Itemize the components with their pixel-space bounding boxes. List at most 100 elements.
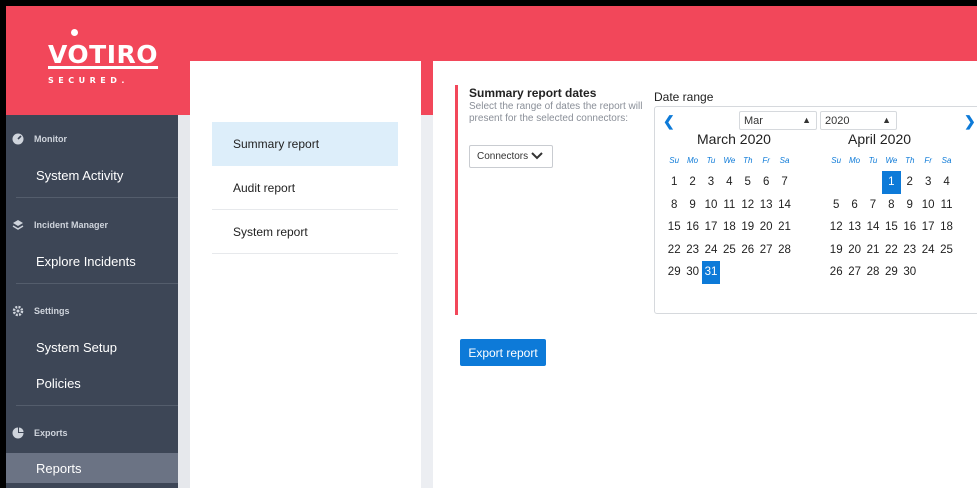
- weekday-header-march: Su Mo Tu We Th Fr Sa: [665, 156, 794, 165]
- year-select[interactable]: 2020 ▲︎: [820, 111, 897, 130]
- calendar-day[interactable]: 30: [901, 261, 919, 284]
- weekday-label: Su: [669, 156, 680, 165]
- calendar-day[interactable]: 13: [845, 216, 863, 239]
- date-range-calendar: ❮ ❯ Mar ▲︎ 2020 ▲︎ March 2020 April 2020…: [654, 106, 977, 314]
- summary-title: Summary report dates: [469, 86, 597, 100]
- calendar-day[interactable]: 27: [757, 239, 775, 262]
- calendar-day[interactable]: 10: [702, 194, 720, 217]
- calendar-day[interactable]: 30: [683, 261, 701, 284]
- report-item-summary[interactable]: Summary report: [212, 122, 398, 166]
- calendar-day[interactable]: 5: [739, 171, 757, 194]
- calendar-day[interactable]: 4: [720, 171, 738, 194]
- sidebar-divider: [16, 405, 178, 406]
- sidebar-item-explore-incidents[interactable]: Explore Incidents: [6, 246, 178, 276]
- calendar-day[interactable]: 26: [739, 239, 757, 262]
- calendar-day[interactable]: 15: [665, 216, 683, 239]
- calendar-day[interactable]: 5: [827, 194, 845, 217]
- calendar-day[interactable]: 19: [827, 239, 845, 262]
- gear-icon: [12, 305, 24, 317]
- chevron-left-icon[interactable]: ❮: [663, 113, 675, 130]
- report-item-system[interactable]: System report: [212, 210, 398, 254]
- calendar-day[interactable]: 25: [720, 239, 738, 262]
- calendar-day[interactable]: 14: [775, 194, 793, 217]
- calendar-day[interactable]: 27: [845, 261, 863, 284]
- report-item-audit[interactable]: Audit report: [212, 166, 398, 210]
- calendar-day[interactable]: 16: [683, 216, 701, 239]
- weekday-label: Sa: [941, 156, 952, 165]
- sidebar-section-label: Exports: [34, 428, 68, 438]
- empty-day-cell: [845, 171, 863, 194]
- calendar-day[interactable]: 3: [919, 171, 937, 194]
- calendar-day[interactable]: 20: [757, 216, 775, 239]
- calendar-day[interactable]: 25: [937, 239, 955, 262]
- logo-tagline: SECURED.: [48, 76, 129, 85]
- chevron-right-icon[interactable]: ❯: [964, 113, 976, 130]
- calendar-day[interactable]: 22: [882, 239, 900, 262]
- sidebar-item-system-setup[interactable]: System Setup: [6, 332, 178, 362]
- sidebar-item-policies[interactable]: Policies: [6, 368, 178, 398]
- sidebar-section-exports: Exports: [12, 423, 68, 443]
- calendar-day[interactable]: 20: [845, 239, 863, 262]
- calendar-day[interactable]: 21: [864, 239, 882, 262]
- calendar-day[interactable]: 22: [665, 239, 683, 262]
- calendar-day[interactable]: 23: [683, 239, 701, 262]
- calendar-day[interactable]: 11: [937, 194, 955, 217]
- calendar-day[interactable]: 8: [665, 194, 683, 217]
- calendar-day[interactable]: 3: [702, 171, 720, 194]
- weekday-label: Mo: [849, 156, 861, 165]
- sidebar-item-reports[interactable]: Reports: [6, 453, 178, 483]
- select-caret-icon: ▲︎: [802, 115, 811, 125]
- calendar-day[interactable]: 28: [864, 261, 882, 284]
- calendar-day[interactable]: 19: [739, 216, 757, 239]
- weekday-label: Th: [905, 156, 915, 165]
- calendar-day[interactable]: 6: [845, 194, 863, 217]
- month-title-april: April 2020: [848, 131, 912, 147]
- calendar-day[interactable]: 29: [882, 261, 900, 284]
- calendar-day[interactable]: 2: [683, 171, 701, 194]
- weekday-label: Th: [743, 156, 753, 165]
- calendar-day[interactable]: 24: [702, 239, 720, 262]
- sidebar-section-label: Incident Manager: [34, 220, 109, 230]
- calendar-day[interactable]: 18: [937, 216, 955, 239]
- calendar-day[interactable]: 7: [864, 194, 882, 217]
- sidebar-item-system-activity[interactable]: System Activity: [6, 160, 178, 190]
- calendar-day[interactable]: 26: [827, 261, 845, 284]
- calendar-day[interactable]: 18: [720, 216, 738, 239]
- calendar-day[interactable]: 1: [882, 171, 901, 194]
- calendar-day[interactable]: 1: [665, 171, 683, 194]
- sidebar-scrollbar[interactable]: [178, 115, 190, 488]
- logo[interactable]: VOTIRO SECURED.: [6, 6, 190, 115]
- calendar-day[interactable]: 15: [882, 216, 900, 239]
- calendar-day[interactable]: 7: [775, 171, 793, 194]
- calendar-day[interactable]: 28: [775, 239, 793, 262]
- calendar-day[interactable]: 4: [937, 171, 955, 194]
- calendar-day[interactable]: 29: [665, 261, 683, 284]
- calendar-day[interactable]: 13: [757, 194, 775, 217]
- calendar-day[interactable]: 24: [919, 239, 937, 262]
- month-title-march: March 2020: [697, 131, 771, 147]
- calendar-day[interactable]: 2: [901, 171, 919, 194]
- calendar-day[interactable]: 9: [901, 194, 919, 217]
- calendar-day[interactable]: 12: [827, 216, 845, 239]
- connectors-dropdown[interactable]: Connectors: [469, 145, 553, 168]
- calendar-day[interactable]: 8: [882, 194, 900, 217]
- calendar-day[interactable]: 10: [919, 194, 937, 217]
- app-window: VOTIRO SECURED. Monitor System Activity …: [6, 6, 977, 488]
- empty-day-cell: [827, 171, 845, 194]
- calendar-day[interactable]: 21: [775, 216, 793, 239]
- calendar-day[interactable]: 31: [701, 261, 721, 284]
- month-select[interactable]: Mar ▲︎: [739, 111, 817, 130]
- calendar-day[interactable]: 12: [739, 194, 757, 217]
- calendar-day[interactable]: 11: [720, 194, 738, 217]
- sidebar: Monitor System Activity Incident Manager…: [6, 115, 190, 488]
- calendar-day[interactable]: 9: [683, 194, 701, 217]
- calendar-day[interactable]: 17: [702, 216, 720, 239]
- export-report-button[interactable]: Export report: [460, 339, 546, 366]
- calendar-day[interactable]: 14: [864, 216, 882, 239]
- calendar-day[interactable]: 6: [757, 171, 775, 194]
- day-grid-april: 1 2 3 4 5 6 7 8 9 10 11 12 13 14 15 16 17 18 19 20 21 22 23 24 2…: [827, 171, 956, 284]
- calendar-day[interactable]: 16: [901, 216, 919, 239]
- calendar-day[interactable]: 17: [919, 216, 937, 239]
- sidebar-divider: [16, 283, 178, 284]
- calendar-day[interactable]: 23: [901, 239, 919, 262]
